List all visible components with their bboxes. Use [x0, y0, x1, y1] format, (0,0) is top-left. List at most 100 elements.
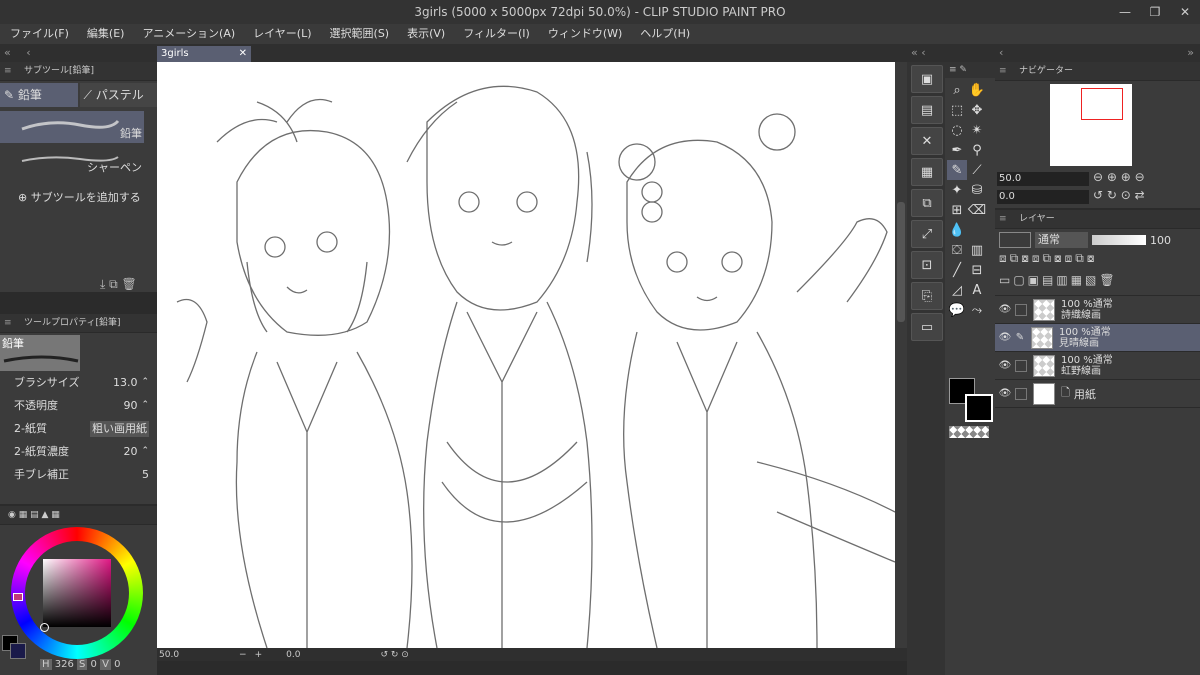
- opacity-row[interactable]: 不透明度 90 ⌃: [14, 394, 149, 417]
- navigator-zoom-controls[interactable]: ⊖ ⊕ ⊕ ⊖: [1093, 170, 1145, 184]
- eye-icon[interactable]: 👁: [995, 360, 1015, 371]
- layer-toolbar[interactable]: ⧈⧉⧇⧈⧉⧇⧈⧉⧇: [995, 251, 1200, 273]
- zoom-out-button[interactable]: −: [239, 650, 247, 660]
- balloon-tool-icon[interactable]: 💬: [947, 300, 967, 320]
- navigator-zoom-value[interactable]: 50.0: [997, 172, 1089, 186]
- subtool-item-mechanical-pencil[interactable]: シャーペン: [0, 145, 144, 177]
- command-scale-icon[interactable]: ⤢: [911, 220, 943, 248]
- layer-lock-checkbox[interactable]: [1015, 387, 1027, 400]
- layer-row[interactable]: 👁 100 %通常 詩織線画: [995, 296, 1200, 324]
- opacity-value[interactable]: 90: [123, 394, 137, 417]
- navigator-viewport[interactable]: [1081, 88, 1123, 120]
- layer-toolbar-2[interactable]: ▭▢▣▤▥▦▧🗑: [995, 273, 1200, 296]
- panel-menu-icon[interactable]: ≡: [4, 62, 12, 80]
- blend-mode-select[interactable]: 通常: [1035, 232, 1088, 248]
- canvas[interactable]: [157, 62, 895, 648]
- command-transform-icon[interactable]: ⧉: [911, 189, 943, 217]
- gradient-tool-icon[interactable]: ▥: [967, 240, 987, 260]
- hand-tool-icon[interactable]: ✋: [967, 80, 987, 100]
- stepper-icon[interactable]: ⌃: [141, 440, 149, 463]
- tab-pastel[interactable]: ⟋ パステル: [79, 83, 157, 107]
- menu-edit[interactable]: 編集(E): [78, 24, 134, 44]
- stepper-icon[interactable]: ⌃: [141, 394, 149, 417]
- rotate-icons[interactable]: ↺ ↻ ⊙: [380, 650, 408, 660]
- navigator-preview[interactable]: [1050, 84, 1132, 166]
- menu-window[interactable]: ウィンドウ(W): [539, 24, 631, 44]
- add-subtool-button[interactable]: ⊕ サブツールを追加する: [0, 189, 157, 205]
- minimize-button[interactable]: —: [1110, 0, 1140, 24]
- magic-wand-icon[interactable]: ✴: [967, 120, 987, 140]
- copy-icon[interactable]: ⧉: [109, 277, 118, 291]
- command-clear-icon[interactable]: ✕: [911, 127, 943, 155]
- navigator-angle-value[interactable]: 0.0: [997, 190, 1089, 204]
- layer-row[interactable]: 👁 100 %通常 虹野線画: [995, 352, 1200, 380]
- lasso-tool-icon[interactable]: ◌: [947, 120, 967, 140]
- menu-help[interactable]: ヘルプ(H): [631, 24, 699, 44]
- paper-density-row[interactable]: 2-紙質濃度 20 ⌃: [14, 440, 149, 463]
- maximize-button[interactable]: ❐: [1140, 0, 1170, 24]
- text-tool-icon[interactable]: A: [967, 280, 987, 300]
- command-layer-icon[interactable]: ▭: [911, 313, 943, 341]
- chevron-left-icon[interactable]: ‹: [999, 46, 1003, 59]
- brush-size-value[interactable]: 13.0: [113, 371, 138, 394]
- menu-layer[interactable]: レイヤー(L): [244, 24, 320, 44]
- download-icon[interactable]: ⤓: [100, 277, 105, 291]
- close-button[interactable]: ✕: [1170, 0, 1200, 24]
- menu-view[interactable]: 表示(V): [398, 24, 454, 44]
- panel-menu-icon[interactable]: ≡: [4, 314, 12, 332]
- document-tab[interactable]: 3girls ✕: [157, 46, 251, 62]
- brush-tool-icon[interactable]: ⟋: [967, 160, 987, 180]
- menu-animation[interactable]: アニメーション(A): [133, 24, 244, 44]
- collapse-icon[interactable]: «: [911, 46, 918, 59]
- eye-icon[interactable]: 👁: [995, 332, 1015, 343]
- fill-tool-icon[interactable]: ⛋: [947, 240, 967, 260]
- panel-menu-icon[interactable]: ≡: [999, 210, 1007, 228]
- layer-lock-checkbox[interactable]: [1015, 359, 1027, 372]
- canvas-angle-value[interactable]: 0.0: [286, 650, 300, 660]
- sub-color-swatch[interactable]: [10, 643, 26, 659]
- pencil-tool-icon[interactable]: ✎: [947, 160, 967, 180]
- paper-density-value[interactable]: 20: [123, 440, 137, 463]
- eyedropper-icon[interactable]: ⚲: [967, 140, 987, 160]
- menu-filter[interactable]: フィルター(I): [454, 24, 539, 44]
- menu-selection[interactable]: 選択範囲(S): [321, 24, 399, 44]
- menu-file[interactable]: ファイル(F): [0, 24, 78, 44]
- decoration-tool-icon[interactable]: ✦: [947, 180, 967, 200]
- navigator-rotate-controls[interactable]: ↺ ↻ ⊙ ⇄: [1093, 188, 1145, 202]
- blank-tool-icon[interactable]: [967, 220, 987, 240]
- line-tool-icon[interactable]: ╱: [947, 260, 967, 280]
- stabilization-row[interactable]: 手ブレ補正 5: [14, 463, 149, 486]
- frame-tool-icon[interactable]: ⊟: [967, 260, 987, 280]
- close-icon[interactable]: ✕: [239, 46, 247, 62]
- pen-tool-icon[interactable]: ✒: [947, 140, 967, 160]
- zoom-tool-icon[interactable]: ⌕: [947, 80, 967, 100]
- eraser-icon[interactable]: ⌫: [967, 200, 987, 220]
- airbrush-icon[interactable]: ⛁: [967, 180, 987, 200]
- color-cursor[interactable]: [40, 623, 49, 632]
- paper-texture-value[interactable]: 粗い画用紙: [90, 420, 149, 437]
- layer-lock-checkbox[interactable]: [1015, 303, 1027, 316]
- command-copy-icon[interactable]: ⎘: [911, 282, 943, 310]
- collapse-left-icon[interactable]: «: [4, 46, 11, 59]
- canvas-zoom-value[interactable]: 50.0: [159, 650, 179, 660]
- color-tab-icons[interactable]: ◉ ▦ ▤ ▲ ▦: [8, 510, 60, 520]
- expand-right-icon[interactable]: »: [1187, 44, 1194, 62]
- command-selection-icon[interactable]: ⊡: [911, 251, 943, 279]
- brush-size-row[interactable]: ブラシサイズ 13.0 ⌃: [14, 371, 149, 394]
- chevron-left-icon[interactable]: ‹: [26, 46, 30, 59]
- tab-pencil[interactable]: ✎ 鉛筆: [0, 83, 78, 107]
- trash-icon[interactable]: 🗑: [122, 277, 137, 291]
- command-save-icon[interactable]: ▤: [911, 96, 943, 124]
- subtool-item-pencil[interactable]: 鉛筆: [0, 111, 144, 143]
- paper-layer-row[interactable]: 👁 🗋 用紙: [995, 380, 1200, 408]
- paper-texture-row[interactable]: 2-紙質 粗い画用紙: [14, 417, 149, 440]
- blend-tool-icon[interactable]: 💧: [947, 220, 967, 240]
- operation-tool-icon[interactable]: ⬚: [947, 100, 967, 120]
- hue-indicator[interactable]: [13, 593, 23, 601]
- layer-opacity-slider[interactable]: [1092, 235, 1146, 245]
- scrollbar-thumb[interactable]: [897, 202, 905, 322]
- canvas-vertical-scrollbar[interactable]: [895, 62, 907, 648]
- layer-color-selector[interactable]: [999, 232, 1031, 248]
- figure-tool-icon[interactable]: ⊞: [947, 200, 967, 220]
- eye-icon[interactable]: 👁: [995, 388, 1015, 399]
